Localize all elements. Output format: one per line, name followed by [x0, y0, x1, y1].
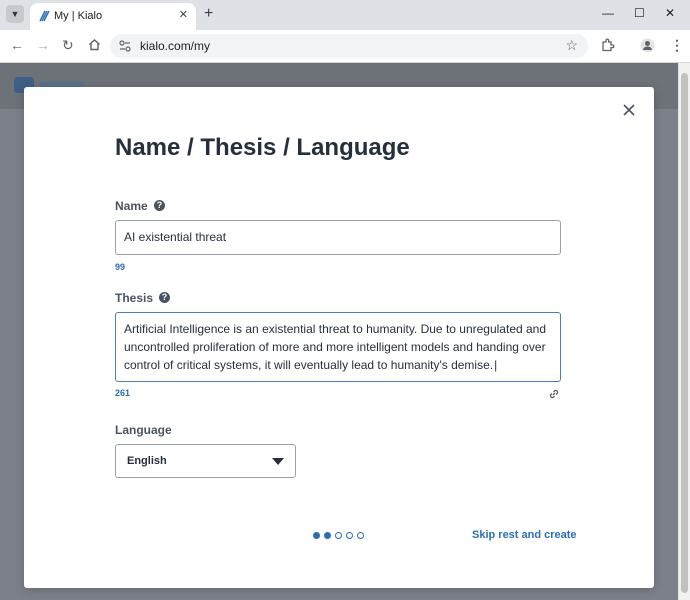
- close-icon[interactable]: [620, 101, 638, 119]
- name-help-icon[interactable]: ?: [154, 200, 165, 211]
- modal-title: Name / Thesis / Language: [115, 134, 410, 161]
- browser-tab[interactable]: My | Kialo ✕: [30, 3, 196, 30]
- step-dot[interactable]: [335, 532, 342, 539]
- step-dot[interactable]: [357, 532, 364, 539]
- extensions-icon[interactable]: [600, 38, 615, 53]
- link-icon[interactable]: [547, 387, 561, 401]
- tab-title: My | Kialo: [54, 10, 103, 22]
- thesis-label: Thesis: [115, 291, 154, 305]
- skip-rest-and-create-link[interactable]: Skip rest and create: [472, 529, 577, 541]
- minimize-button[interactable]: —: [602, 6, 614, 20]
- bookmark-star-icon[interactable]: ☆: [565, 37, 578, 54]
- language-label: Language: [115, 423, 172, 437]
- step-dot[interactable]: [313, 532, 320, 539]
- tab-close-icon[interactable]: ✕: [179, 8, 188, 21]
- close-window-button[interactable]: ✕: [665, 6, 675, 20]
- home-icon[interactable]: [88, 38, 101, 51]
- page-scrollbar[interactable]: [678, 63, 690, 600]
- name-char-counter: 99: [115, 262, 126, 272]
- forward-icon[interactable]: →: [36, 37, 50, 53]
- language-select[interactable]: English: [115, 444, 296, 478]
- browser-toolbar: ← → ↻ kialo.com/my ☆ ⋮: [0, 30, 690, 63]
- address-bar[interactable]: kialo.com/my ☆: [110, 34, 588, 58]
- name-input[interactable]: AI existential threat: [115, 220, 561, 255]
- language-selected-value: English: [127, 455, 167, 467]
- kialo-favicon-icon: [39, 10, 50, 22]
- maximize-button[interactable]: ☐: [634, 6, 645, 20]
- thesis-textarea[interactable]: Artificial Intelligence is an existentia…: [115, 312, 561, 382]
- step-dot[interactable]: [346, 532, 353, 539]
- thesis-char-counter: 261: [115, 388, 131, 398]
- name-label: Name: [115, 199, 148, 213]
- reload-icon[interactable]: ↻: [62, 37, 74, 53]
- discussion-settings-modal: Name / Thesis / Language Name ? AI exist…: [24, 87, 654, 588]
- scrollbar-thumb[interactable]: [681, 73, 688, 593]
- thesis-help-icon[interactable]: ?: [159, 292, 170, 303]
- site-info-icon[interactable]: [118, 39, 132, 53]
- new-tab-button[interactable]: +: [204, 5, 213, 23]
- profile-icon[interactable]: [640, 38, 655, 53]
- step-dot[interactable]: [324, 532, 331, 539]
- caret-down-icon: [272, 458, 284, 465]
- tab-search-icon[interactable]: ▼: [6, 5, 24, 23]
- thesis-text: Artificial Intelligence is an existentia…: [124, 322, 546, 372]
- back-icon[interactable]: ←: [10, 37, 24, 53]
- browser-menu-icon[interactable]: ⋮: [670, 37, 684, 53]
- url-text: kialo.com/my: [140, 39, 211, 53]
- tab-strip: ▼ My | Kialo ✕ + — ☐ ✕: [0, 0, 690, 30]
